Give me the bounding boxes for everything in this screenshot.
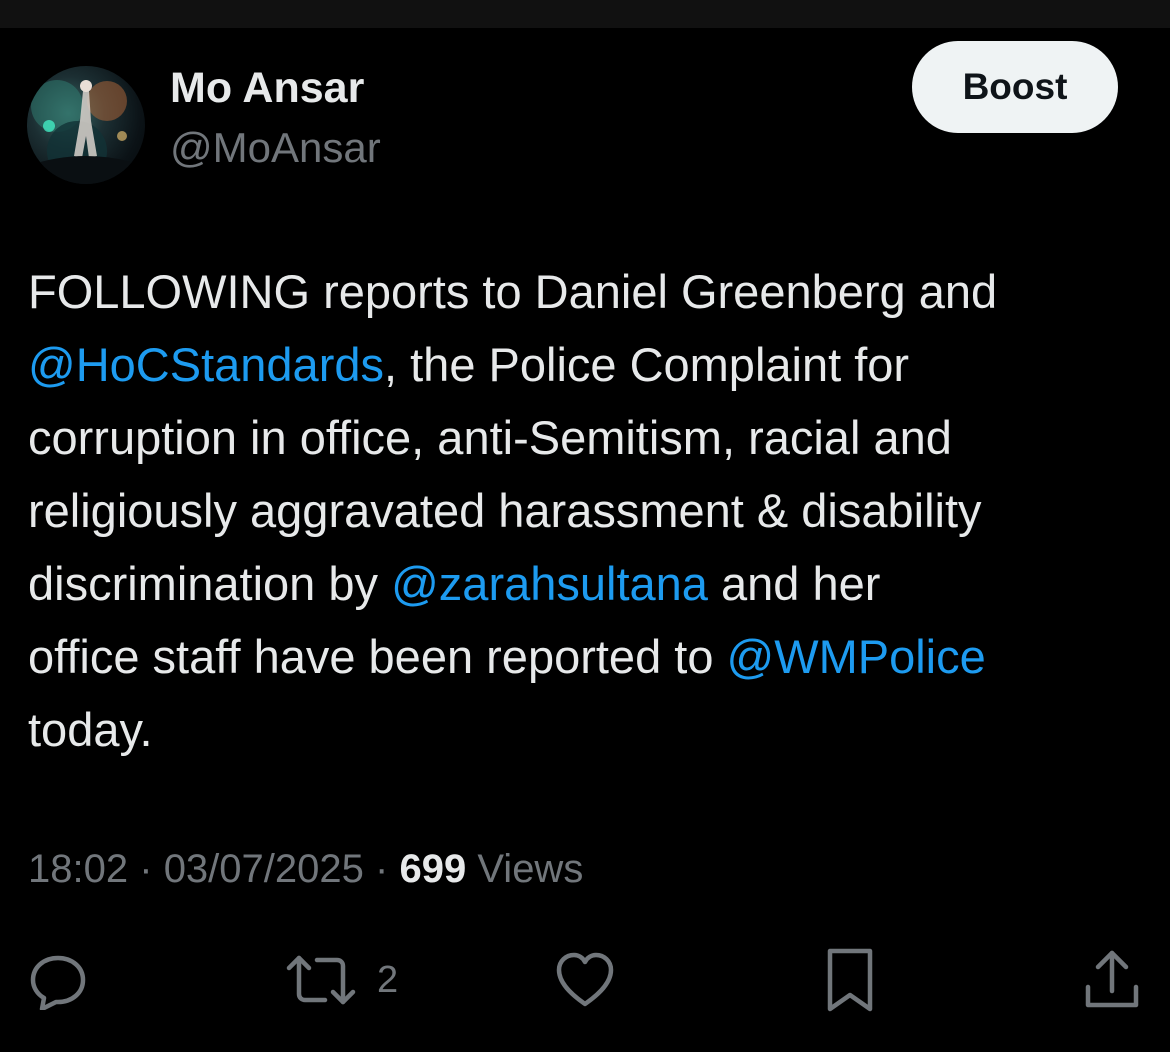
heart-icon	[556, 952, 614, 1007]
like-button[interactable]	[555, 940, 615, 1020]
tweet-date[interactable]: 03/07/2025	[164, 847, 364, 891]
tweet-time[interactable]: 18:02	[28, 847, 128, 891]
author-handle[interactable]: @MoAnsar	[170, 124, 381, 172]
tweet-text-segment: today.	[28, 703, 153, 756]
tweet-line: religiously aggravated harassment & disa…	[28, 474, 1153, 547]
tweet-line: @HoCStandards, the Police Complaint for	[28, 328, 1153, 401]
tweet-line: FOLLOWING reports to Daniel Greenberg an…	[28, 255, 1153, 328]
tweet-text-segment: office staff have been reported to	[28, 630, 727, 683]
bookmark-icon	[827, 948, 873, 1012]
tweet-line: discrimination by @zarahsultana and her	[28, 547, 1153, 620]
reply-icon	[30, 955, 86, 1010]
tweet-line: office staff have been reported to @WMPo…	[28, 620, 1153, 693]
mention-link[interactable]: @HoCStandards	[28, 338, 384, 391]
share-icon	[1085, 950, 1139, 1008]
share-button[interactable]	[1082, 940, 1142, 1020]
bookmark-button[interactable]	[820, 940, 880, 1020]
action-bar: 2	[0, 940, 1170, 1020]
meta-separator: ·	[139, 847, 153, 891]
tweet-line: corruption in office, anti-Semitism, rac…	[28, 401, 1153, 474]
tweet-text-segment: corruption in office, anti-Semitism, rac…	[28, 411, 952, 464]
meta-separator: ·	[375, 847, 389, 891]
tweet-text-segment: FOLLOWING reports to Daniel Greenberg an…	[28, 265, 998, 318]
retweet-button[interactable]: 2	[285, 940, 398, 1020]
author-display-name[interactable]: Mo Ansar	[170, 64, 364, 113]
tweet-meta: 18:02 · 03/07/2025 · 699 Views	[28, 847, 583, 892]
retweet-count: 2	[377, 958, 399, 1001]
boost-button[interactable]: Boost	[912, 41, 1118, 133]
views-label: Views	[477, 847, 584, 891]
tweet-text-segment: discrimination by	[28, 557, 392, 610]
tweet-text-segment: religiously aggravated harassment & disa…	[28, 484, 982, 537]
tweet-text-segment: and her	[707, 557, 881, 610]
avatar[interactable]	[27, 66, 145, 184]
avatar-photo	[27, 80, 145, 184]
mention-link[interactable]: @zarahsultana	[391, 557, 708, 610]
top-edge-bar	[0, 0, 1170, 28]
views-count[interactable]: 699	[399, 847, 466, 891]
tweet-text: FOLLOWING reports to Daniel Greenberg an…	[28, 255, 1153, 766]
tweet-text-segment: , the Police Complaint for	[384, 338, 910, 391]
retweet-icon	[286, 955, 356, 1005]
mention-link[interactable]: @WMPolice	[727, 630, 986, 683]
tweet-line: today.	[28, 693, 1153, 766]
reply-button[interactable]	[28, 940, 88, 1020]
